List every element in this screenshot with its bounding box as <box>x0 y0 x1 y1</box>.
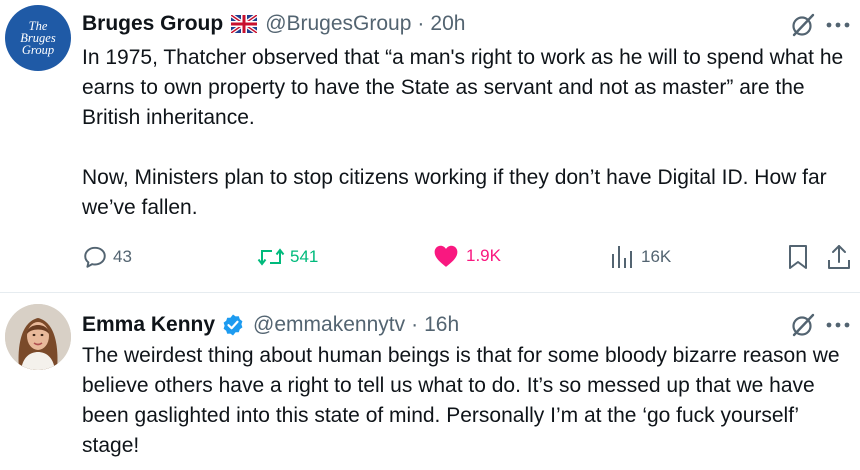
views-chart-icon <box>610 244 634 270</box>
views-button[interactable]: 16K <box>610 244 671 270</box>
heart-icon <box>433 244 459 268</box>
author-handle[interactable]: @BrugesGroup <box>265 12 411 36</box>
grok-icon[interactable] <box>790 312 816 338</box>
share-icon[interactable] <box>826 243 852 271</box>
more-options-icon[interactable] <box>824 314 852 336</box>
more-options-icon[interactable] <box>824 14 852 36</box>
grok-icon[interactable] <box>790 12 816 38</box>
author-name[interactable]: Bruges Group <box>82 12 223 36</box>
avatar-text-line-3: Group <box>21 43 55 57</box>
repost-button[interactable]: 541 <box>257 244 318 270</box>
repost-icon <box>257 244 285 270</box>
tweet-body: The weirdest thing about human beings is… <box>82 344 840 457</box>
tweet-divider <box>0 292 860 293</box>
verified-badge-icon <box>221 313 245 337</box>
tweet-time[interactable]: 20h <box>430 12 465 36</box>
views-count: 16K <box>641 247 672 266</box>
bruges-group-avatar[interactable]: The Bruges Group <box>5 5 71 71</box>
reply-icon <box>82 244 108 270</box>
meta-separator: · <box>417 12 425 35</box>
repost-count: 541 <box>290 247 319 266</box>
like-count: 1.9K <box>466 246 501 265</box>
author-name[interactable]: Emma Kenny <box>82 313 215 337</box>
tweet-body: In 1975, Thatcher observed that “a man's… <box>82 46 844 219</box>
reply-count: 43 <box>113 247 132 266</box>
tweet-time[interactable]: 16h <box>424 313 459 337</box>
uk-flag-icon <box>231 15 258 33</box>
emma-kenny-avatar[interactable] <box>5 304 71 370</box>
meta-separator: · <box>411 313 419 336</box>
like-button[interactable]: 1.9K <box>433 244 501 268</box>
bookmark-icon[interactable] <box>787 244 809 270</box>
author-handle[interactable]: @emmakennytv <box>253 313 405 337</box>
reply-button[interactable]: 43 <box>82 244 132 270</box>
